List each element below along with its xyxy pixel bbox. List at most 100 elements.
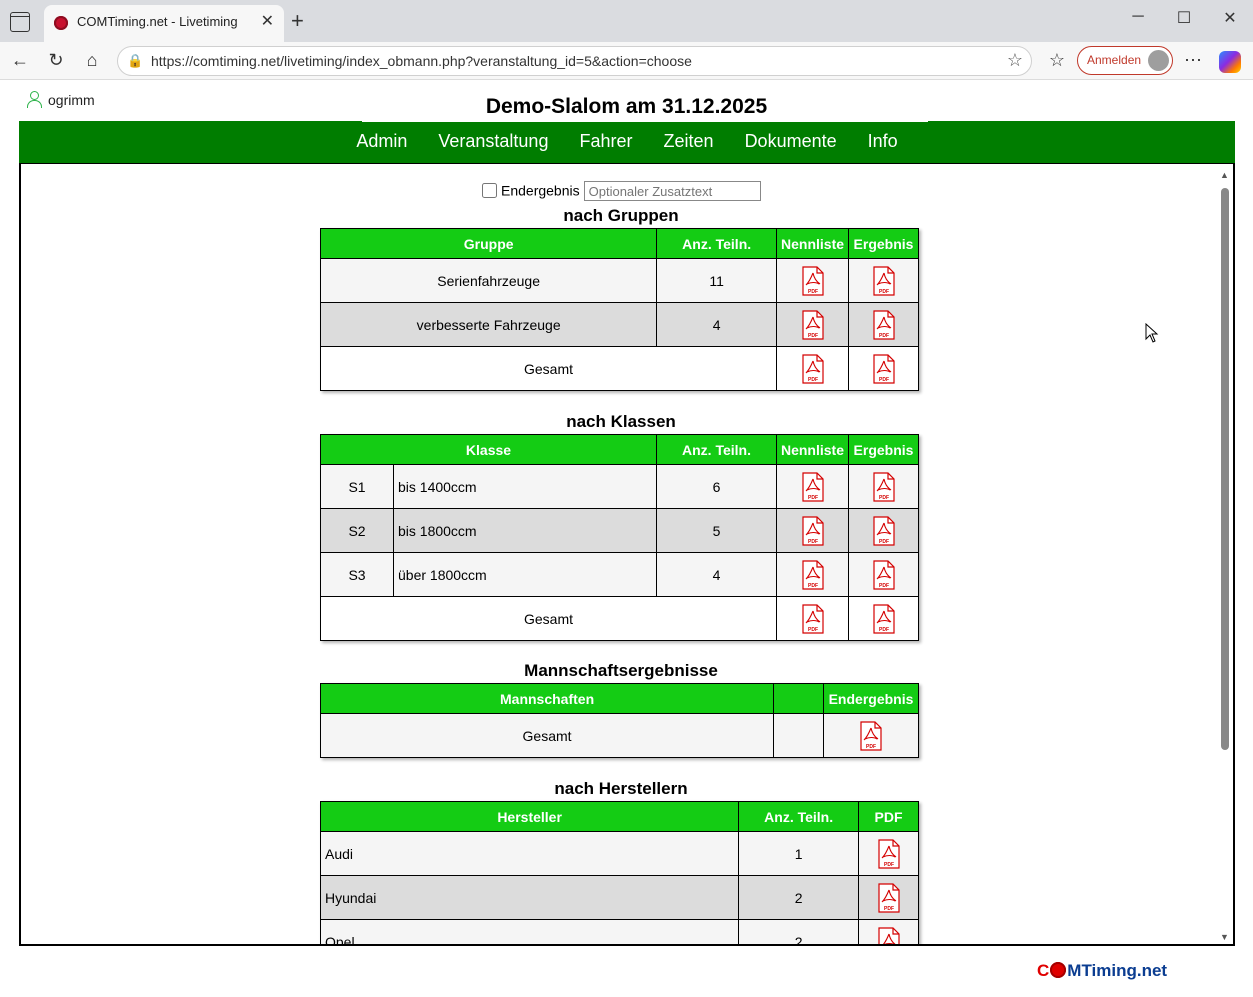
pdf-icon[interactable]: PDF — [801, 471, 825, 502]
browser-tabbar: COMTiming.net - Livetiming ✕ + ─ ☐ ✕ — [0, 0, 1253, 42]
lock-icon[interactable]: 🔒 — [127, 53, 143, 69]
browser-tab[interactable]: COMTiming.net - Livetiming ✕ — [44, 5, 284, 42]
pdf-icon[interactable]: PDF — [801, 603, 825, 634]
table-row-total: Gesamt PDF PDF — [320, 596, 919, 641]
pdf-icon[interactable]: PDF — [872, 265, 896, 296]
svg-text:PDF: PDF — [879, 583, 889, 589]
col-header-anz: Anz. Teiln. — [738, 801, 860, 832]
svg-text:PDF: PDF — [884, 862, 894, 868]
hersteller-count: 2 — [738, 875, 860, 920]
scroll-down-icon[interactable]: ▼ — [1220, 932, 1229, 942]
url-field[interactable]: 🔒 https://comtiming.net/livetiming/index… — [117, 46, 1032, 76]
pdf-icon[interactable]: PDF — [859, 720, 883, 751]
col-header-ergebnis: Ergebnis — [848, 434, 919, 465]
klasse-count: 6 — [656, 464, 777, 509]
svg-text:PDF: PDF — [879, 495, 889, 501]
svg-text:PDF: PDF — [879, 333, 889, 339]
home-icon[interactable]: ⌂ — [80, 50, 104, 71]
svg-text:PDF: PDF — [808, 627, 818, 633]
favorite-star-icon[interactable]: ☆ — [1007, 50, 1023, 71]
signin-label: Anmelden — [1087, 53, 1142, 67]
logo-prefix: C — [1037, 961, 1050, 980]
pdf-icon[interactable]: PDF — [872, 515, 896, 546]
col-header-hersteller: Hersteller — [319, 801, 740, 832]
hersteller-name: Hyundai — [319, 875, 740, 920]
menu-item-admin[interactable]: Admin — [356, 131, 407, 152]
back-icon[interactable]: ← — [8, 50, 32, 71]
maximize-icon[interactable]: ☐ — [1164, 8, 1204, 28]
menu-divider — [362, 121, 928, 122]
klassen-table: Klasse Anz. Teiln. Nennliste Ergebnis S1… — [320, 434, 919, 641]
pdf-icon[interactable]: PDF — [872, 471, 896, 502]
menu-item-dokumente[interactable]: Dokumente — [745, 131, 837, 152]
svg-text:PDF: PDF — [879, 627, 889, 633]
svg-text:PDF: PDF — [808, 495, 818, 501]
tab-actions-icon[interactable] — [10, 12, 30, 32]
section-title-mannschaften: Mannschaftsergebnisse — [524, 661, 718, 680]
hersteller-table: Hersteller Anz. Teiln. PDF Audi 1 PDF Hy… — [319, 801, 919, 944]
table-row: Gesamt PDF — [319, 713, 919, 758]
svg-text:PDF: PDF — [808, 289, 818, 295]
menu-item-info[interactable]: Info — [868, 131, 898, 152]
table-row: S2 bis 1800ccm 5 PDF PDF — [320, 508, 919, 553]
pdf-icon[interactable]: PDF — [801, 309, 825, 340]
col-header-anz: Anz. Teiln. — [656, 228, 778, 259]
klasse-count: 5 — [656, 508, 777, 553]
scroll-up-icon[interactable]: ▲ — [1220, 170, 1229, 180]
pdf-icon[interactable]: PDF — [801, 559, 825, 590]
scrollbar[interactable]: ▲ ▼ — [1219, 170, 1229, 942]
menu-item-fahrer[interactable]: Fahrer — [579, 131, 632, 152]
new-tab-icon[interactable]: + — [291, 8, 304, 34]
menu-item-zeiten[interactable]: Zeiten — [664, 131, 714, 152]
reload-icon[interactable]: ↻ — [44, 50, 68, 71]
empty-cell — [773, 713, 824, 758]
klasse-code: S1 — [320, 464, 394, 509]
close-window-icon[interactable]: ✕ — [1210, 8, 1250, 28]
total-label: Gesamt — [320, 596, 777, 641]
copilot-icon[interactable] — [1219, 51, 1241, 73]
pdf-icon[interactable]: PDF — [877, 838, 901, 869]
total-label: Gesamt — [319, 346, 778, 391]
zusatztext-input[interactable] — [583, 181, 761, 201]
table-row: Audi 1 PDF — [319, 831, 919, 876]
table-row: verbesserte Fahrzeuge 4 PDF PDF — [319, 302, 919, 347]
more-menu-icon[interactable]: ⋯ — [1181, 50, 1205, 71]
pdf-icon[interactable]: PDF — [877, 926, 901, 944]
url-text[interactable]: https://comtiming.net/livetiming/index_o… — [151, 53, 692, 69]
main-menu: Admin Veranstaltung Fahrer Zeiten Dokume… — [19, 121, 1235, 164]
scrollbar-thumb[interactable] — [1221, 188, 1229, 750]
pdf-icon[interactable]: PDF — [801, 515, 825, 546]
section-title-gruppen: nach Gruppen — [563, 206, 679, 225]
hersteller-count: 2 — [738, 919, 860, 944]
pdf-icon[interactable]: PDF — [801, 265, 825, 296]
endergebnis-checkbox[interactable] — [482, 182, 497, 198]
table-row: Opel 2 PDF — [319, 919, 919, 944]
section-title-hersteller: nach Herstellern — [554, 779, 688, 798]
table-row: S1 bis 1400ccm 6 PDF PDF — [320, 464, 919, 509]
col-header-pdf: PDF — [858, 801, 919, 832]
col-header-klasse: Klasse — [320, 434, 657, 465]
endergebnis-option: Endergebnis — [482, 181, 761, 201]
col-header-nennliste: Nennliste — [776, 228, 849, 259]
menu-item-veranstaltung[interactable]: Veranstaltung — [438, 131, 548, 152]
endergebnis-label: Endergebnis — [501, 182, 580, 199]
pdf-icon[interactable]: PDF — [877, 882, 901, 913]
gruppe-count: 4 — [656, 302, 778, 347]
col-header-nennliste: Nennliste — [776, 434, 849, 465]
table-row: S3 über 1800ccm 4 PDF PDF — [320, 552, 919, 597]
pdf-icon[interactable]: PDF — [872, 603, 896, 634]
pdf-icon[interactable]: PDF — [872, 559, 896, 590]
tab-close-icon[interactable]: ✕ — [261, 11, 274, 31]
klasse-desc: über 1800ccm — [393, 552, 657, 597]
address-bar: ← ↻ ⌂ 🔒 https://comtiming.net/livetiming… — [0, 42, 1253, 80]
favorites-icon[interactable]: ☆ — [1045, 50, 1069, 71]
pdf-icon[interactable]: PDF — [872, 309, 896, 340]
section-title-klassen: nach Klassen — [566, 412, 676, 431]
minimize-icon[interactable]: ─ — [1118, 8, 1158, 26]
pdf-icon[interactable]: PDF — [872, 353, 896, 384]
signin-button[interactable]: Anmelden — [1077, 46, 1173, 75]
pdf-icon[interactable]: PDF — [801, 353, 825, 384]
klasse-desc: bis 1400ccm — [393, 464, 657, 509]
table-row-total: Gesamt PDF PDF — [319, 346, 919, 391]
svg-text:PDF: PDF — [866, 744, 876, 750]
